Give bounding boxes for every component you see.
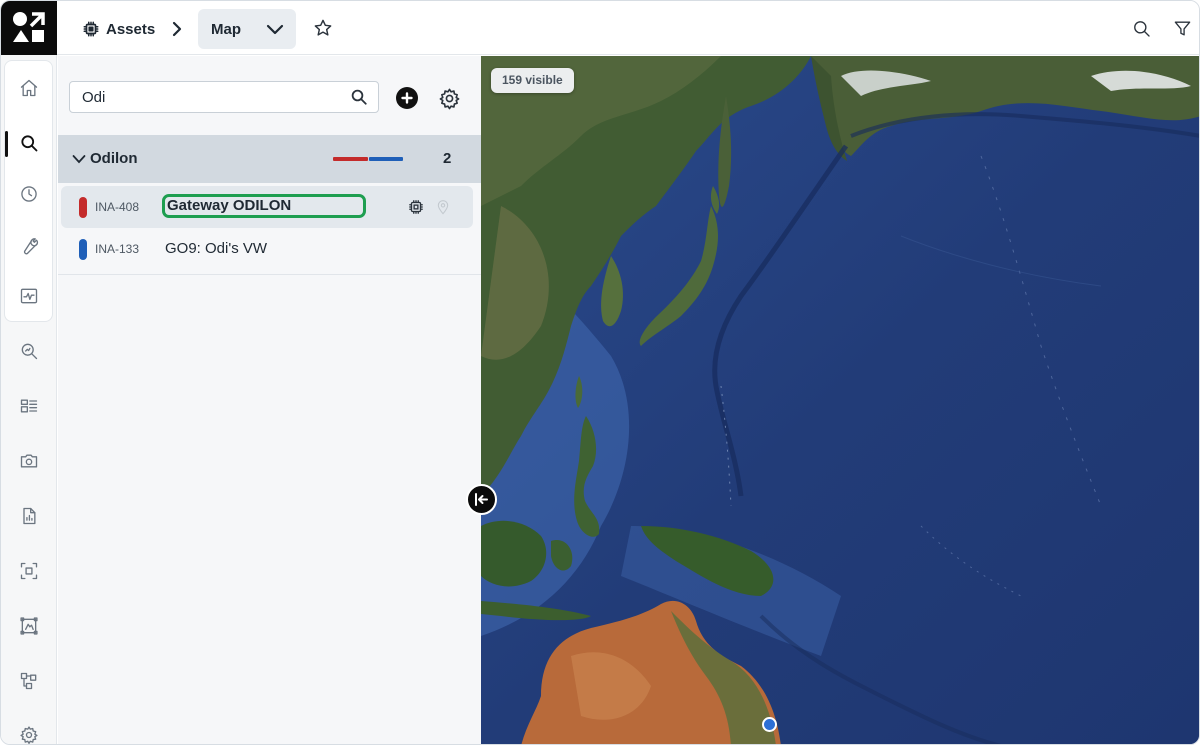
sidebar-item-structure[interactable] [1,661,57,701]
asset-name[interactable]: Gateway ODILON [162,194,366,218]
status-indicator [79,197,87,218]
satellite-map [481,56,1199,744]
breadcrumb-assets[interactable]: Assets [82,10,155,48]
star-icon [314,19,332,36]
group-name: Odilon [90,150,138,167]
search-icon [351,89,367,105]
sidebar-item-maintenance[interactable] [1,226,57,266]
group-status-bar-red [333,157,368,161]
device-chip-icon [406,197,426,217]
sidebar-item-monitoring[interactable] [1,276,57,316]
asset-list-panel: Odilon 2 INA-408 Gateway ODILON INA-133 … [58,56,481,744]
sidebar-item-dashboards[interactable] [1,386,57,426]
asset-search-input[interactable] [69,81,379,113]
view-select[interactable]: Map [198,9,296,49]
frame-icon [20,617,38,635]
sidebar-item-reports[interactable] [1,496,57,536]
list-item[interactable]: INA-408 Gateway ODILON [61,186,473,228]
asset-name[interactable]: GO9: Odi's VW [165,240,267,257]
view-select-label: Map [211,20,241,38]
sidebar-item-geofences[interactable] [1,606,57,646]
app-logo[interactable] [1,1,57,55]
visible-count-badge: 159 visible [491,68,574,93]
favorite-button[interactable] [312,17,334,39]
dashboard-icon [20,399,38,413]
sidebar-item-media[interactable] [1,441,57,481]
filter-icon [1174,20,1190,36]
group-count: 2 [443,150,452,167]
location-pin-icon[interactable] [433,197,453,217]
breadcrumb-assets-label: Assets [106,20,156,38]
search-icon [1133,20,1150,37]
chevron-down-icon [266,24,284,35]
chevron-right-icon [172,21,182,37]
assets-chip-icon [83,21,99,37]
hierarchy-icon [20,672,37,690]
gear-icon [439,88,459,109]
sidebar-item-home[interactable] [1,68,57,108]
settings-icon [20,726,38,744]
app-window: Assets Map Odilon [0,0,1200,745]
asset-marker[interactable] [762,717,777,732]
add-asset-button[interactable] [396,87,418,109]
plus-icon [401,92,413,104]
zoom-search-icon [21,343,38,360]
map-view[interactable]: 159 visible [481,56,1199,744]
status-indicator [79,239,87,260]
list-divider [58,274,481,275]
group-status-bar-blue [369,157,403,161]
search-icon [21,135,38,152]
asset-id: INA-133 [95,242,140,256]
asset-id: INA-408 [95,200,140,214]
sidebar-item-zones[interactable] [1,551,57,591]
chevron-down-icon [72,155,86,164]
activity-icon [20,288,38,304]
sidebar-item-search[interactable] [1,123,57,163]
collapse-panel-button[interactable] [466,484,497,515]
top-bar: Assets Map [57,1,1199,55]
asset-search-button[interactable] [348,86,370,108]
report-icon [23,507,36,525]
sidebar-item-history[interactable] [1,174,57,214]
group-header-odilon[interactable]: Odilon 2 [58,135,481,183]
filter-button[interactable] [1171,17,1193,39]
sidebar-item-explore[interactable] [1,331,57,371]
collapse-left-icon [475,493,488,506]
select-area-icon [20,562,38,580]
list-item[interactable]: INA-133 GO9: Odi's VW [61,228,473,270]
camera-icon [20,454,38,468]
sidebar-item-settings[interactable] [1,715,57,744]
logo-icon [13,12,45,42]
global-search-button[interactable] [1130,17,1152,39]
home-icon [20,79,38,97]
breadcrumb-separator [170,10,184,48]
list-settings-button[interactable] [437,86,461,110]
sidebar [1,55,57,744]
wrench-icon [23,238,39,255]
clock-icon [21,186,37,202]
